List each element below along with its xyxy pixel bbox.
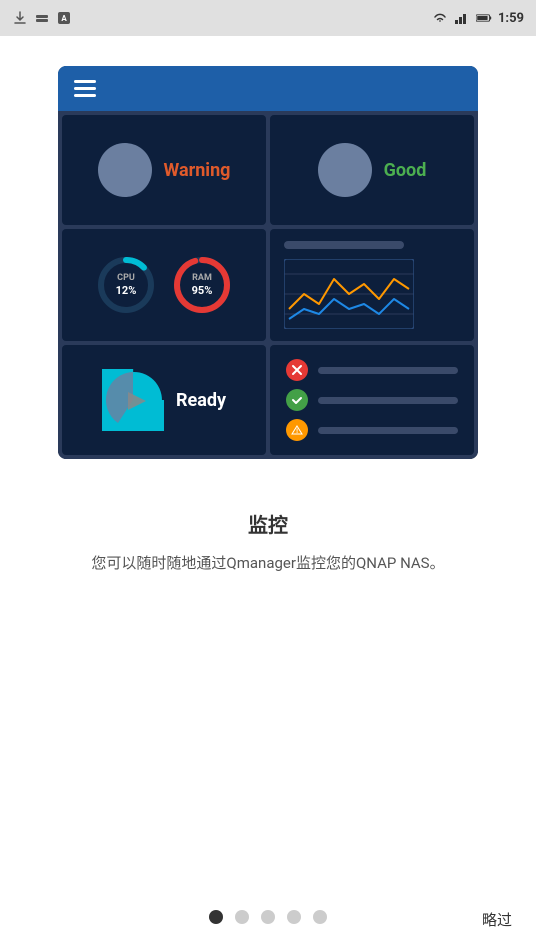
clock: 1:59 xyxy=(498,11,524,26)
skip-button[interactable]: 略过 xyxy=(482,909,512,930)
dashboard-header xyxy=(58,66,478,111)
good-avatar xyxy=(318,143,372,197)
check-icon xyxy=(286,389,308,411)
storage-icon xyxy=(34,10,50,26)
chart-placeholder-bar xyxy=(284,241,404,249)
chart-area xyxy=(284,259,414,329)
cpu-gauge-text: CPU 12% xyxy=(116,273,137,297)
pagination-dot-3[interactable] xyxy=(261,910,275,924)
signal-icon xyxy=(454,10,470,26)
battery-icon xyxy=(476,10,492,26)
wifi-icon xyxy=(432,10,448,26)
chart-cell[interactable] xyxy=(270,229,474,341)
monitor-description: 您可以随时随地通过Qmanager监控您的QNAP NAS。 xyxy=(91,552,444,575)
cpu-value: 12% xyxy=(116,284,137,297)
download-icon xyxy=(12,10,28,26)
status-list-cell[interactable]: ! xyxy=(270,345,474,455)
pagination-dot-5[interactable] xyxy=(313,910,327,924)
status-bar: A 1:59 xyxy=(0,0,536,36)
pagination-dot-1[interactable] xyxy=(209,910,223,924)
monitor-title: 监控 xyxy=(248,509,288,538)
error-icon xyxy=(286,359,308,381)
status-bar-left: A xyxy=(12,10,72,26)
warning-triangle-icon: ! xyxy=(286,419,308,441)
svg-text:A: A xyxy=(61,14,67,23)
ram-value: 95% xyxy=(192,284,213,297)
warning-label: Warning xyxy=(164,160,231,181)
pagination-dot-4[interactable] xyxy=(287,910,301,924)
good-cell[interactable]: Good xyxy=(270,115,474,225)
status-line-warning xyxy=(318,427,458,434)
ram-label: RAM xyxy=(192,273,213,284)
warning-cell[interactable]: Warning xyxy=(62,115,266,225)
ready-cell[interactable]: Ready xyxy=(62,345,266,455)
pagination-dot-2[interactable] xyxy=(235,910,249,924)
ready-pie-chart xyxy=(102,369,164,431)
cpu-label: CPU xyxy=(116,273,137,284)
warning-avatar xyxy=(98,143,152,197)
dashboard-card: Warning Good CPU 12% xyxy=(58,66,478,459)
ram-gauge: RAM 95% xyxy=(171,254,233,316)
hamburger-menu-icon[interactable] xyxy=(74,80,96,97)
status-row-error xyxy=(286,359,458,381)
status-row-warning: ! xyxy=(286,419,458,441)
dashboard-grid: Warning Good CPU 12% xyxy=(58,111,478,459)
status-bar-right: 1:59 xyxy=(432,10,524,26)
cpu-gauge: CPU 12% xyxy=(95,254,157,316)
ram-gauge-text: RAM 95% xyxy=(192,273,213,297)
good-label: Good xyxy=(384,160,427,181)
status-row-check xyxy=(286,389,458,411)
label-icon: A xyxy=(56,10,72,26)
status-line-check xyxy=(318,397,458,404)
status-line-error xyxy=(318,367,458,374)
ready-label: Ready xyxy=(176,390,226,411)
cpu-ram-cell[interactable]: CPU 12% RAM 95% xyxy=(62,229,266,341)
bottom-section: 监控 您可以随时随地通过Qmanager监控您的QNAP NAS。 xyxy=(41,509,494,575)
pagination-dots xyxy=(209,910,327,924)
main-content: Warning Good CPU 12% xyxy=(0,36,536,952)
